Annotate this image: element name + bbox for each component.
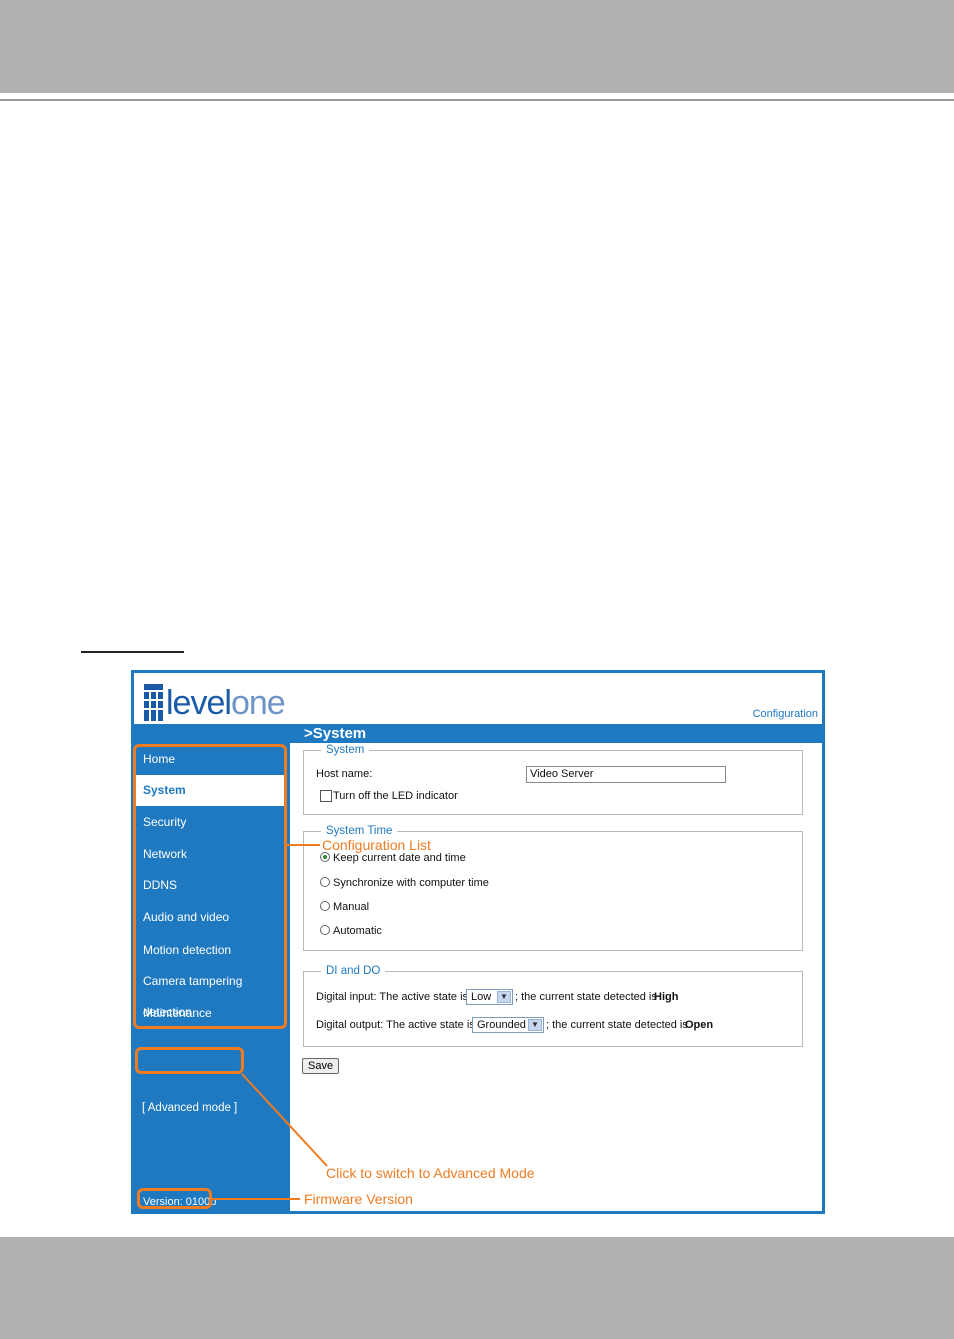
digital-input-state-label: ; the current state detected is (515, 991, 657, 1003)
di-do-legend: DI and DO (326, 965, 381, 977)
system-time-legend: System Time (326, 825, 393, 837)
screenshot-figure: levelone Configuration Home System Secur… (131, 670, 825, 1214)
logo-wordmark: levelone (166, 684, 286, 722)
logo-grid-icon (144, 684, 163, 721)
firmware-version-highlight (137, 1188, 212, 1209)
manual-label: Manual (333, 901, 370, 913)
configuration-link[interactable]: Configuration (753, 708, 818, 720)
page-footer-band (0, 1237, 954, 1339)
config-list-highlight (133, 744, 287, 1029)
radio-manual[interactable] (320, 901, 330, 911)
digital-output-label: Digital output: The active state is (316, 1019, 475, 1031)
di-do-group: DI and DO (303, 965, 803, 1047)
host-name-input[interactable] (526, 766, 726, 783)
page-title: >System (290, 724, 822, 743)
chevron-down-icon: ▼ (497, 991, 511, 1003)
digital-output-state: Open (685, 1019, 714, 1031)
keep-time-label: Keep current date and time (333, 852, 466, 864)
system-group-legend: System (326, 744, 365, 756)
digital-input-state: High (654, 991, 679, 1003)
automatic-label: Automatic (333, 925, 382, 937)
led-checkbox[interactable] (320, 790, 332, 802)
radio-keep-time[interactable] (320, 852, 330, 862)
advanced-mode-annotation: Click to switch to Advanced Mode (326, 1165, 535, 1181)
chevron-down-icon: ▼ (528, 1019, 542, 1031)
header-rule (0, 99, 954, 101)
firmware-annotation: Firmware Version (304, 1191, 413, 1207)
advanced-mode-link[interactable]: [ Advanced mode ] (142, 1102, 237, 1114)
section-underline (81, 651, 184, 653)
page-header-band (0, 0, 954, 93)
radio-sync-computer[interactable] (320, 877, 330, 887)
levelone-logo: levelone (144, 684, 286, 722)
sync-computer-label: Synchronize with computer time (333, 877, 489, 889)
radio-automatic[interactable] (320, 925, 330, 935)
digital-output-state-label: ; the current state detected is (546, 1019, 688, 1031)
digital-input-label: Digital input: The active state is (316, 991, 469, 1003)
save-button[interactable]: Save (302, 1058, 340, 1074)
host-name-label: Host name: (316, 768, 373, 780)
config-list-annotation: Configuration List (322, 837, 431, 853)
digital-input-select[interactable]: Low ▼ (466, 989, 513, 1005)
advanced-mode-highlight (135, 1047, 244, 1074)
digital-output-select[interactable]: Grounded ▼ (472, 1017, 544, 1033)
led-label: Turn off the LED indicator (333, 790, 458, 802)
